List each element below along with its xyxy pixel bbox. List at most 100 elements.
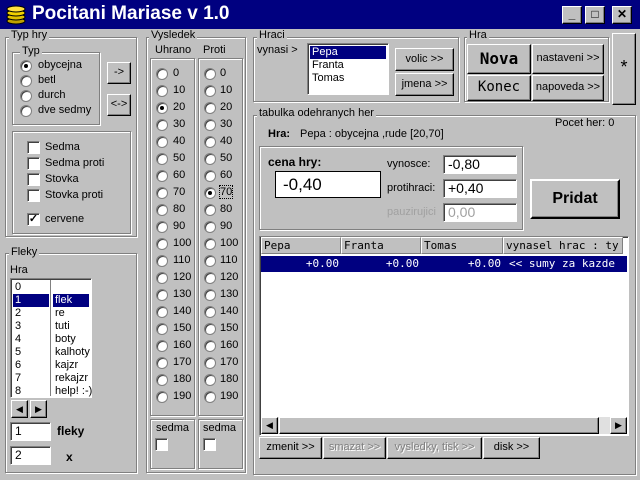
napoveda-button[interactable]: napoveda >> [532,75,604,101]
table-scroll-left[interactable]: ◀ [261,417,278,434]
fleky-name-item[interactable]: rekajzr [53,372,89,385]
fleky-count-field[interactable]: 1 [10,422,51,441]
fleky-name-item[interactable]: kajzr [53,359,89,372]
column-header[interactable]: Pepa [261,237,341,254]
proti-radio-100[interactable] [204,238,216,250]
fleky-number-item[interactable]: 7 [13,372,49,385]
table-scroll-thumb[interactable] [279,417,599,434]
zmenit-button[interactable]: zmenit >> [259,437,322,459]
typ-radio-1[interactable] [20,75,32,87]
proti-radio-110[interactable] [204,255,216,267]
uhrano-radio-40[interactable] [156,136,168,148]
fleky-list[interactable]: 012345678 flek re tuti boty kalhoty kajzr reka… [10,278,92,398]
fleky-name-item[interactable]: help! :-) [53,385,92,398]
fleky-number-item[interactable]: 8 [13,385,49,398]
typ-radio-2[interactable] [20,90,32,102]
fleky-number-item[interactable]: 0 [13,281,49,294]
star-button[interactable]: * [612,33,636,105]
fleky-name-item[interactable]: tuti [53,320,89,333]
smazat-button[interactable]: smazat >> [323,437,386,459]
checkbox-4[interactable]: ✓ [27,213,40,226]
column-header[interactable]: Franta [341,237,421,254]
uhrano-radio-50[interactable] [156,153,168,165]
uhrano-radio-160[interactable] [156,340,168,352]
minimize-button[interactable]: _ [562,6,582,24]
checkbox-2[interactable] [27,173,40,186]
fleky-name-item[interactable]: flek [53,294,89,307]
fleky-name-item[interactable]: kalhoty [53,346,90,359]
sedma-proti-checkbox[interactable] [203,438,216,451]
checkbox-1[interactable] [27,157,40,170]
konec-button[interactable]: Konec [467,75,531,101]
proti-radio-140[interactable] [204,306,216,318]
table-hscrollbar[interactable]: ◀ ▶ [261,417,627,434]
proti-radio-70[interactable] [204,187,216,199]
uhrano-radio-110[interactable] [156,255,168,267]
proti-radio-90[interactable] [204,221,216,233]
fleky-name-item[interactable]: boty [53,333,89,346]
uhrano-radio-180[interactable] [156,374,168,386]
close-button[interactable]: ✕ [612,6,632,24]
proti-radio-130[interactable] [204,289,216,301]
uhrano-radio-60[interactable] [156,170,168,182]
players-list[interactable]: Pepa Franta Tomas [307,43,389,95]
title-bar[interactable]: Pocitani Mariase v 1.0 _ □ ✕ [0,0,640,29]
uhrano-radio-190[interactable] [156,391,168,403]
games-table[interactable]: Pepa Franta Tomas vynasel hrac : ty +0.00 +0… [259,236,629,436]
scroll-right-button[interactable]: ▶ [30,400,47,418]
fleky-number-item[interactable]: 4 [13,333,49,346]
proti-radio-50[interactable] [204,153,216,165]
uhrano-radio-140[interactable] [156,306,168,318]
proti-radio-120[interactable] [204,272,216,284]
uhrano-radio-10[interactable] [156,85,168,97]
maximize-button[interactable]: □ [585,6,605,24]
jmena-button[interactable]: jmena >> [395,73,454,96]
uhrano-radio-80[interactable] [156,204,168,216]
proti-radio-40[interactable] [204,136,216,148]
uhrano-radio-20[interactable] [156,102,168,114]
fleky-name-item[interactable] [53,281,89,294]
checkbox-0[interactable] [27,141,40,154]
fleky-name-item[interactable]: re [53,307,89,320]
uhrano-radio-0[interactable] [156,68,168,80]
proti-radio-160[interactable] [204,340,216,352]
fleky-number-item[interactable]: 5 [13,346,49,359]
proti-radio-170[interactable] [204,357,216,369]
nastaveni-button[interactable]: nastaveni >> [532,44,604,74]
fleky-number-item[interactable]: 3 [13,320,49,333]
multiplier-field[interactable]: 2 [10,446,51,465]
pridat-button[interactable]: Pridat [530,179,620,219]
proti-radio-20[interactable] [204,102,216,114]
uhrano-radio-170[interactable] [156,357,168,369]
proti-radio-60[interactable] [204,170,216,182]
fleky-number-item[interactable]: 1 [13,294,49,307]
proti-radio-150[interactable] [204,323,216,335]
uhrano-radio-120[interactable] [156,272,168,284]
player-item[interactable]: Pepa [310,46,386,59]
nova-button[interactable]: Nova [467,44,531,74]
proti-radio-0[interactable] [204,68,216,80]
fleky-number-item[interactable]: 6 [13,359,49,372]
column-header[interactable]: Tomas [421,237,503,254]
typ-radio-3[interactable] [20,105,32,117]
disk-button[interactable]: disk >> [483,437,540,459]
sedma-checkbox[interactable] [155,438,168,451]
player-item[interactable]: Tomas [310,72,386,85]
proti-radio-180[interactable] [204,374,216,386]
proti-radio-190[interactable] [204,391,216,403]
arrow-right-button[interactable]: -> [107,62,131,84]
player-item[interactable]: Franta [310,59,386,72]
vysledky-button[interactable]: vysledky, tisk >> [387,437,482,459]
scroll-left-button[interactable]: ◀ [11,400,28,418]
table-scroll-right[interactable]: ▶ [610,417,627,434]
uhrano-radio-70[interactable] [156,187,168,199]
proti-radio-30[interactable] [204,119,216,131]
uhrano-radio-130[interactable] [156,289,168,301]
proti-radio-10[interactable] [204,85,216,97]
volic-button[interactable]: volic >> [395,48,454,71]
proti-radio-80[interactable] [204,204,216,216]
typ-radio-0[interactable] [20,60,32,72]
uhrano-radio-90[interactable] [156,221,168,233]
checkbox-3[interactable] [27,189,40,202]
fleky-number-item[interactable]: 2 [13,307,49,320]
